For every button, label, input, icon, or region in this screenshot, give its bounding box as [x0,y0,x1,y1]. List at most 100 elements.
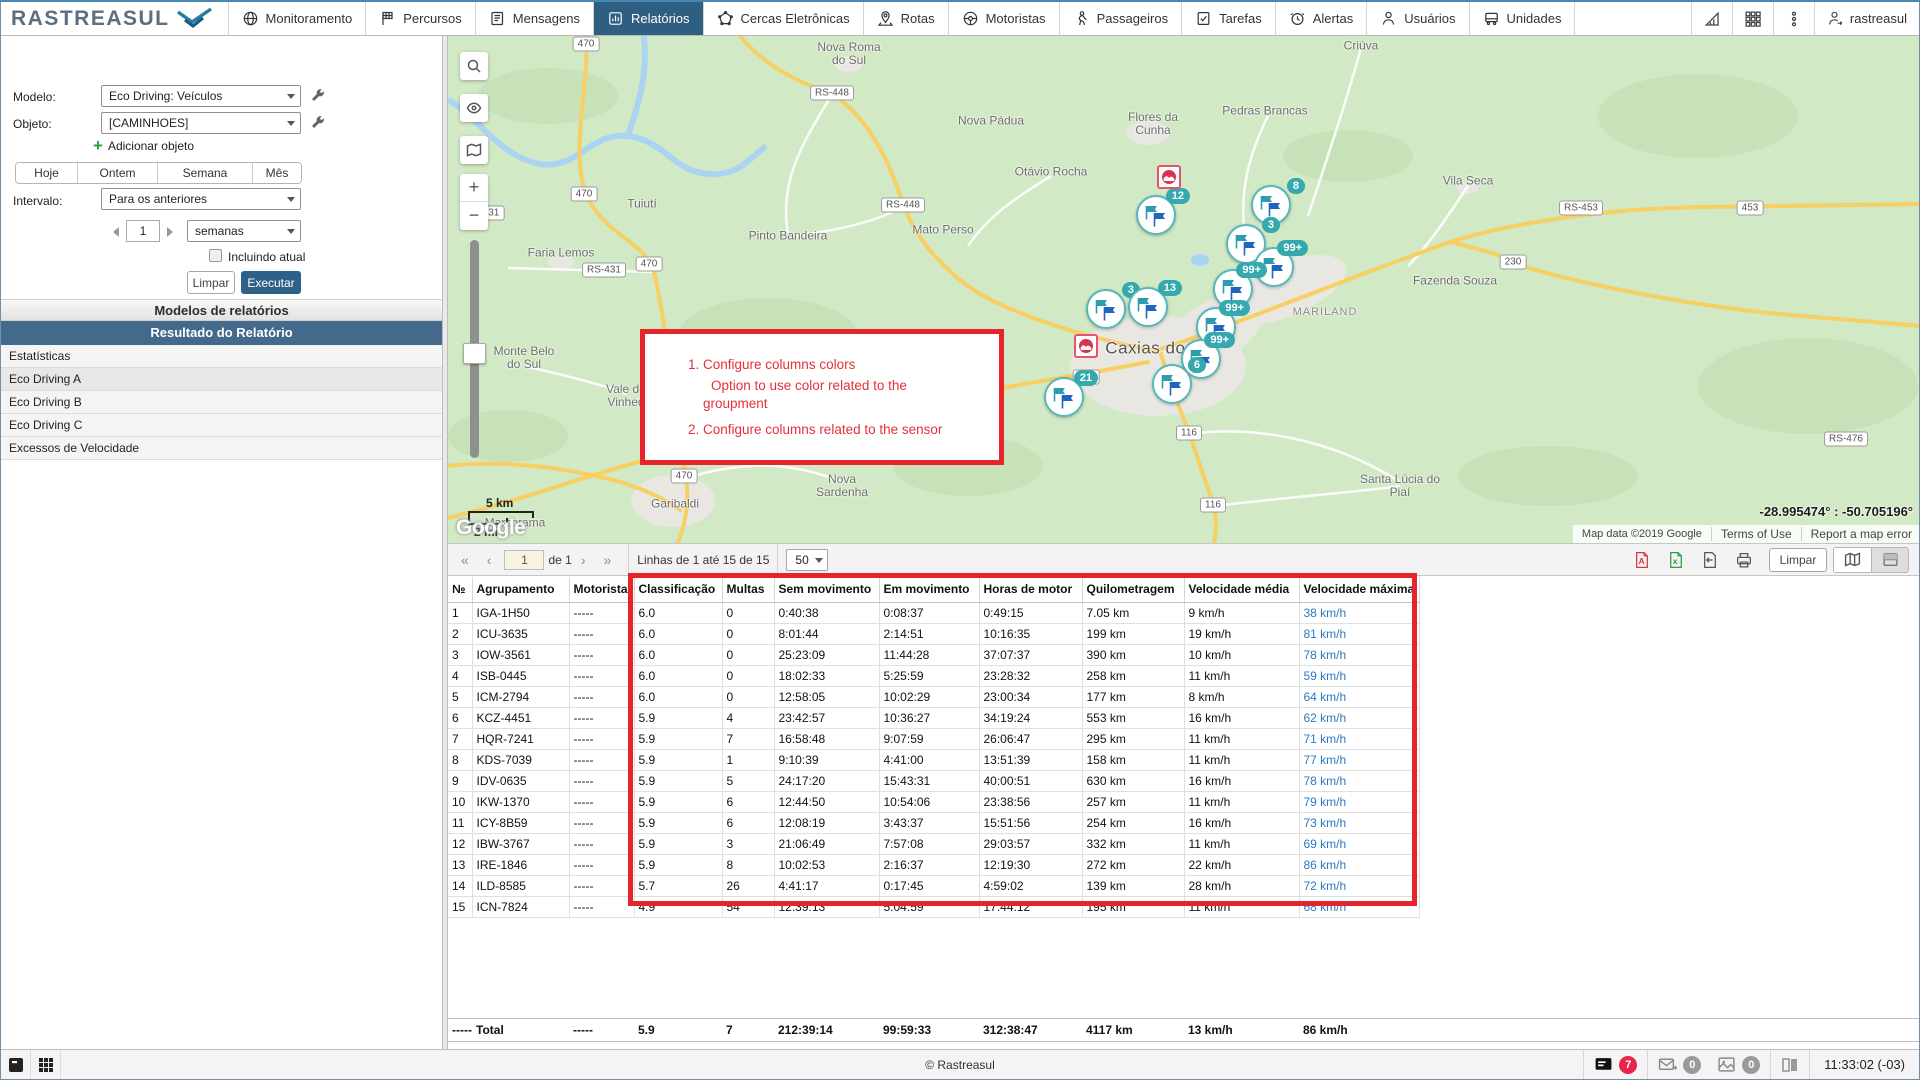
report-item-eco-driving-c[interactable]: Eco Driving C [1,414,442,437]
decrement-arrow[interactable] [113,227,119,237]
report-item-excessos-velocidade[interactable]: Excessos de Velocidade [1,437,442,460]
next-page-button[interactable]: › [572,552,595,568]
range-mes-button[interactable]: Mês [253,163,301,183]
table-row[interactable]: 6KCZ-4451-----5.9423:42:5710:36:2734:19:… [448,707,1419,728]
table-cell[interactable]: 78 km/h [1299,644,1419,665]
map-cluster-marker[interactable]: 12 [1136,195,1176,235]
map-visibility-button[interactable] [460,94,488,122]
table-cell[interactable]: 78 km/h [1299,770,1419,791]
panel-layout-button[interactable] [1770,1050,1809,1079]
range-semana-button[interactable]: Semana [158,163,253,183]
map-cluster-marker[interactable]: 13 [1128,287,1168,327]
col-header-velocidade-maxima[interactable]: Velocidade máxima [1299,577,1419,602]
table-cell[interactable]: 62 km/h [1299,707,1419,728]
col-header-horas-de-motor[interactable]: Horas de motor [979,577,1082,602]
table-cell[interactable]: 77 km/h [1299,749,1419,770]
zoom-out-button[interactable]: − [460,202,488,230]
object-settings-wrench-icon[interactable] [309,114,326,131]
map-camera-marker[interactable] [1074,334,1098,358]
nav-item-tarefas[interactable]: Tarefas [1182,2,1276,35]
table-cell[interactable]: 71 km/h [1299,728,1419,749]
export-pdf-button[interactable]: A [1625,548,1659,572]
table-cell[interactable]: 81 km/h [1299,623,1419,644]
zoom-slider[interactable] [470,240,479,458]
prev-page-button[interactable]: ‹ [478,552,501,568]
map-camera-marker[interactable] [1157,165,1181,189]
add-object-link[interactable]: + Adicionar objeto [93,139,194,153]
nav-item-percursos[interactable]: Percursos [366,2,476,35]
apps-grid-button[interactable] [1732,2,1773,35]
col-header-sem-movimento[interactable]: Sem movimento [774,577,879,602]
table-row[interactable]: 14ILD-8585-----5.7264:41:170:17:454:59:0… [448,875,1419,896]
split-view-toggle[interactable] [1871,548,1908,572]
col-header-quilometragem[interactable]: Quilometragem [1082,577,1184,602]
nav-item-passageiros[interactable]: Passageiros [1060,2,1183,35]
table-cell[interactable]: 68 km/h [1299,896,1419,917]
col-header-em-movimento[interactable]: Em movimento [879,577,979,602]
map-search-button[interactable] [460,52,488,80]
table-cell[interactable]: 64 km/h [1299,686,1419,707]
nav-item-motoristas[interactable]: Motoristas [949,2,1060,35]
table-row[interactable]: 5ICM-2794-----6.0012:58:0510:02:2923:00:… [448,686,1419,707]
range-hoje-button[interactable]: Hoje [16,163,78,183]
page-size-select[interactable]: 50 [786,549,827,571]
measure-tool-button[interactable] [1691,2,1732,35]
table-cell[interactable]: 79 km/h [1299,791,1419,812]
report-templates-header[interactable]: Modelos de relatórios [1,299,442,321]
report-item-eco-driving-a[interactable]: Eco Driving A [1,368,442,391]
model-select[interactable]: Eco Driving: Veículos [101,85,301,107]
clear-form-button[interactable]: Limpar [187,271,235,294]
table-row[interactable]: 13IRE-1846-----5.9810:02:532:16:3712:19:… [448,854,1419,875]
user-account[interactable]: rastreasul [1814,2,1919,35]
nav-item-unidades[interactable]: Unidades [1470,2,1576,35]
table-row[interactable]: 7HQR-7241-----5.9716:58:489:07:5926:06:4… [448,728,1419,749]
table-cell[interactable]: 72 km/h [1299,875,1419,896]
first-page-button[interactable]: « [452,552,478,568]
table-row[interactable]: 11ICY-8B59-----5.9612:08:193:43:3715:51:… [448,812,1419,833]
table-cell[interactable]: 73 km/h [1299,812,1419,833]
report-result-header[interactable]: Resultado do Relatório [1,321,442,345]
map-layers-button[interactable] [460,136,488,164]
map-canvas[interactable]: Nova Roma do SulNova PáduaFlores da Cunh… [448,36,1920,543]
mail-indicator[interactable]: 0 0 [1647,1050,1770,1079]
nav-item-monitoramento[interactable]: Monitoramento [229,2,367,35]
grid-layout-button[interactable] [31,1050,61,1080]
page-number-input[interactable]: 1 [504,550,544,570]
table-cell[interactable]: 86 km/h [1299,854,1419,875]
model-settings-wrench-icon[interactable] [309,87,326,104]
col-header-agrupamento[interactable]: Agrupamento [472,577,569,602]
messages-indicator[interactable]: 7 [1583,1050,1647,1079]
table-row[interactable]: 3IOW-3561-----6.0025:23:0911:44:2837:07:… [448,644,1419,665]
col-header-classificacao[interactable]: Classificação [634,577,722,602]
col-header-motorista[interactable]: Motorista [569,577,634,602]
map-view-toggle[interactable] [1834,548,1871,572]
zoom-slider-thumb[interactable] [463,343,486,364]
interval-count-input[interactable]: 1 [126,220,160,242]
nav-item-cercas-eletronicas[interactable]: Cercas Eletrônicas [704,2,864,35]
range-ontem-button[interactable]: Ontem [78,163,158,183]
table-row[interactable]: 9IDV-0635-----5.9524:17:2015:43:3140:00:… [448,770,1419,791]
including-current-checkbox[interactable] [209,249,222,262]
export-excel-button[interactable]: x [1659,548,1693,572]
col-header-multas[interactable]: Multas [722,577,774,602]
report-item-eco-driving-b[interactable]: Eco Driving B [1,391,442,414]
map-cluster-marker[interactable]: 3 [1086,289,1126,329]
nav-item-relatorios[interactable]: Relatórios [594,2,704,35]
map-cluster-marker[interactable]: 21 [1044,377,1084,417]
table-cell[interactable]: 69 km/h [1299,833,1419,854]
table-row[interactable]: 12IBW-3767-----5.9321:06:497:57:0829:03:… [448,833,1419,854]
map-cluster-marker[interactable]: 6 [1152,364,1192,404]
table-row[interactable]: 15ICN-7824-----4.95412:39:135:04:5917:44… [448,896,1419,917]
col-header-numero[interactable]: № [448,577,472,602]
nav-item-rotas[interactable]: Rotas [864,2,949,35]
table-row[interactable]: 10IKW-1370-----5.9612:44:5010:54:0623:38… [448,791,1419,812]
table-cell[interactable]: 38 km/h [1299,602,1419,623]
zoom-in-button[interactable]: + [460,174,488,202]
report-map-error-link[interactable]: Report a map error [1801,527,1920,541]
interval-select[interactable]: Para os anteriores [101,188,301,210]
last-page-button[interactable]: » [595,552,621,568]
nav-item-alertas[interactable]: Alertas [1276,2,1367,35]
table-row[interactable]: 2ICU-3635-----6.008:01:442:14:5110:16:35… [448,623,1419,644]
table-row[interactable]: 8KDS-7039-----5.919:10:394:41:0013:51:39… [448,749,1419,770]
table-row[interactable]: 4ISB-0445-----6.0018:02:335:25:5923:28:3… [448,665,1419,686]
